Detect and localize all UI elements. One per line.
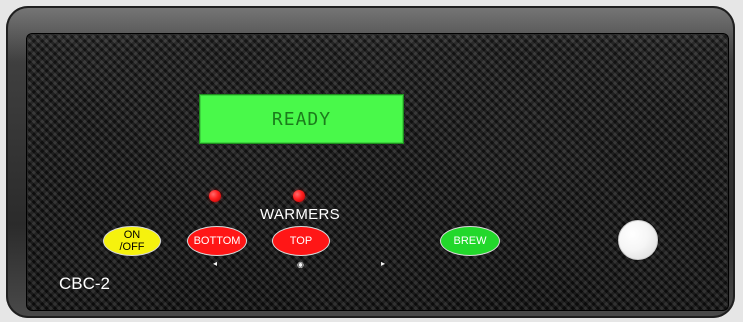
status-display-text: READY xyxy=(271,108,332,130)
brew-button[interactable]: BREW xyxy=(440,226,500,256)
top-warmer-indicator xyxy=(293,190,305,202)
control-panel xyxy=(26,33,729,311)
device-frame: READY WARMERS ON /OFF BOTTOM TOP BREW ◂ … xyxy=(6,6,735,318)
round-knob-icon[interactable] xyxy=(618,220,658,260)
bottom-warmer-indicator xyxy=(209,190,221,202)
bottom-warmer-button[interactable]: BOTTOM xyxy=(187,226,247,256)
top-warmer-button[interactable]: TOP xyxy=(272,226,330,256)
model-label: CBC-2 xyxy=(59,274,111,293)
status-display: READY xyxy=(199,94,404,144)
warmers-label: WARMERS xyxy=(260,206,340,223)
right-arrow-icon: ▸ xyxy=(381,259,386,268)
on-off-button[interactable]: ON /OFF xyxy=(103,226,161,256)
center-dot-icon: ◉ xyxy=(297,260,304,269)
left-arrow-icon: ◂ xyxy=(213,259,218,268)
